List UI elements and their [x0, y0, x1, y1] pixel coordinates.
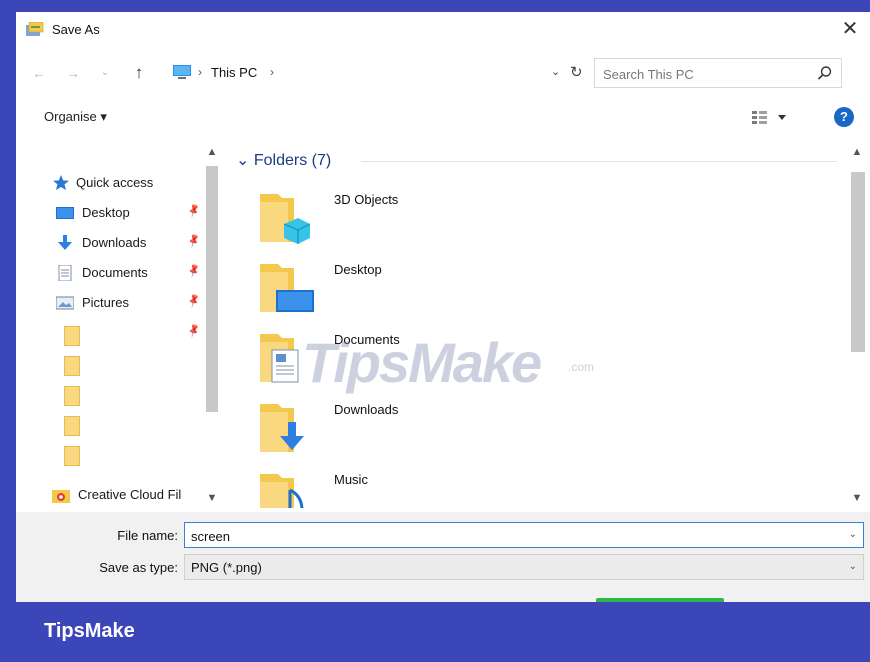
sidebar-item-pictures[interactable]: Pictures 📌: [56, 292, 216, 314]
scroll-up-icon[interactable]: ▲: [848, 146, 866, 158]
folder-label: Desktop: [334, 262, 382, 277]
save-as-type-select[interactable]: PNG (*.png) ⌄: [184, 554, 864, 580]
folder-icon[interactable]: [64, 446, 80, 466]
sidebar-item-label: Pictures: [82, 295, 129, 310]
3d-objects-folder-icon: [260, 194, 311, 244]
save-as-type-label: Save as type:: [99, 560, 178, 575]
sidebar-item-creative-cloud[interactable]: Creative Cloud Fil: [52, 484, 212, 506]
downloads-icon: [58, 235, 72, 250]
desktop-folder-icon: [260, 264, 314, 312]
file-list: ⌄ Folders (7) 3D Objects Desktop Documen…: [226, 142, 846, 508]
sidebar-item-downloads[interactable]: Downloads 📌: [56, 232, 216, 254]
this-pc-icon: [173, 65, 191, 79]
file-name-label: File name:: [117, 528, 178, 543]
folder-music[interactable]: Music: [260, 470, 520, 508]
address-dropdown-button[interactable]: ⌄: [551, 65, 560, 78]
file-name-input[interactable]: [191, 527, 831, 545]
command-toolbar: Organise ▾ ?: [16, 104, 870, 130]
file-list-scrollbar[interactable]: ▲ ▼: [848, 142, 866, 508]
chevron-down-icon: ⌄: [236, 152, 254, 169]
creative-cloud-icon: [52, 490, 70, 503]
scroll-up-icon[interactable]: ▲: [203, 146, 221, 158]
forward-button[interactable]: →: [64, 64, 82, 82]
folders-group-header[interactable]: ⌄ Folders (7): [236, 150, 331, 170]
up-button[interactable]: ↑: [130, 64, 148, 82]
save-as-type-value: PNG (*.png): [191, 560, 262, 575]
folder-icon[interactable]: [64, 356, 80, 376]
downloads-folder-icon: [260, 404, 304, 452]
save-as-dialog: Save As ✕ ← → ⌄ ↑ › This PC › ⌄ ↻ Search…: [16, 12, 870, 602]
sidebar-item-quick-access[interactable]: Quick access: [52, 172, 212, 194]
scroll-down-icon[interactable]: ▼: [203, 492, 221, 504]
documents-icon: [58, 265, 72, 281]
change-view-button[interactable]: [750, 108, 790, 126]
folder-icon[interactable]: [64, 416, 80, 436]
pin-icon[interactable]: 📌: [186, 324, 202, 340]
folder-label: Downloads: [334, 402, 399, 417]
sidebar-item-label: Quick access: [76, 175, 154, 190]
chevron-down-icon[interactable]: ⌄: [849, 529, 857, 540]
scroll-down-icon[interactable]: ▼: [848, 492, 866, 504]
breadcrumb-separator[interactable]: ›: [270, 65, 274, 79]
navigation-pane: Quick access Desktop 📌 Downloads 📌 Docum…: [16, 142, 221, 508]
recent-locations-button[interactable]: ⌄: [96, 64, 114, 82]
sidebar-item-desktop[interactable]: Desktop 📌: [56, 202, 216, 224]
folder-label: 3D Objects: [334, 192, 399, 207]
navigation-bar: ← → ⌄ ↑ › This PC › ⌄ ↻: [16, 58, 870, 88]
group-header-label: Folders (7): [253, 152, 332, 169]
star-icon: [53, 175, 69, 190]
save-options-panel: File name: ⌄ Save as type: PNG (*.png) ⌄: [16, 512, 870, 602]
back-button[interactable]: ←: [30, 64, 48, 82]
search-icon[interactable]: [817, 65, 833, 81]
navigation-pane-scrollbar[interactable]: ▲ ▼: [203, 142, 221, 508]
watermark-suffix: .com: [568, 360, 595, 374]
sidebar-item-folder[interactable]: 📌: [56, 322, 216, 344]
pictures-icon: [56, 296, 74, 310]
pin-icon[interactable]: 📌: [186, 294, 202, 310]
folder-icon[interactable]: [64, 386, 80, 406]
refresh-button[interactable]: ↻: [570, 63, 583, 81]
title-bar: Save As ✕: [16, 12, 870, 46]
folder-downloads[interactable]: Downloads: [260, 400, 520, 460]
address-bar[interactable]: › This PC › ⌄ ↻: [166, 58, 592, 88]
view-options-icon: [752, 111, 786, 124]
folder-3d-objects[interactable]: 3D Objects: [260, 190, 520, 250]
divider: [361, 161, 837, 162]
folder-label: Music: [334, 472, 368, 487]
search-box[interactable]: [594, 58, 842, 88]
sidebar-item-label: Documents: [82, 265, 148, 280]
breadcrumb-separator: ›: [198, 65, 202, 79]
pin-icon[interactable]: 📌: [186, 204, 202, 220]
sidebar-item-label: Desktop: [82, 205, 130, 220]
close-button[interactable]: ✕: [830, 12, 870, 46]
scrollbar-thumb[interactable]: [851, 172, 865, 352]
folder-icon[interactable]: [64, 326, 80, 346]
save-button-edge[interactable]: [596, 598, 724, 602]
save-as-app-icon: [26, 22, 44, 36]
breadcrumb-this-pc[interactable]: This PC: [211, 65, 257, 80]
scrollbar-thumb[interactable]: [206, 166, 218, 412]
file-name-field[interactable]: ⌄: [184, 522, 864, 548]
watermark-logo: TipsMake: [302, 331, 542, 394]
organise-button[interactable]: Organise ▾: [44, 109, 107, 125]
window-title: Save As: [52, 22, 100, 37]
sidebar-item-label: Creative Cloud Fil: [78, 487, 182, 502]
sidebar-item-documents[interactable]: Documents 📌: [56, 262, 216, 284]
pin-icon[interactable]: 📌: [186, 234, 202, 250]
help-button[interactable]: ?: [834, 107, 854, 127]
search-input[interactable]: [603, 65, 793, 83]
desktop-icon: [56, 207, 74, 219]
music-folder-icon: [260, 474, 304, 508]
sidebar-item-label: Downloads: [82, 235, 147, 250]
brand-logo: TipsMake: [44, 620, 135, 642]
folder-desktop[interactable]: Desktop: [260, 260, 520, 320]
chevron-down-icon[interactable]: ⌄: [849, 561, 857, 572]
pin-icon[interactable]: 📌: [186, 264, 202, 280]
